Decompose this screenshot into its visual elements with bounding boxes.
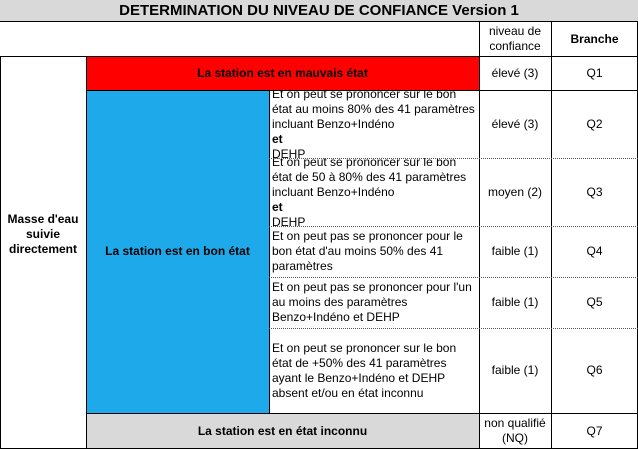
confidence-table: DETERMINATION DU NIVEAU DE CONFIANCE Ver… [0,0,638,449]
desc-q3: Et on peut se prononcer sur le bon état … [272,158,467,226]
state-inconnu: La station est en état inconnu [86,413,479,449]
niveau-q3: moyen (2) [487,184,543,199]
grid-line [269,90,270,413]
desc-q2: Et on peut se prononcer sur le bon état … [272,90,475,158]
branche-q1: Q1 [586,65,603,80]
desc-q4: Et on peut pas se prononcer pour le bon … [272,229,463,273]
grid-line [479,22,480,449]
grid-line [551,22,552,449]
table-title: DETERMINATION DU NIVEAU DE CONFIANCE Ver… [0,0,638,22]
grid-line [0,56,638,57]
desc-q6: Et on peut se prononcer sur le bon état … [272,340,457,400]
state-mauvais: La station est en mauvais état [86,56,479,90]
niveau-q1: élevé (3) [491,65,539,80]
grid-line [86,56,87,449]
niveau-q6: faible (1) [491,363,539,377]
branche-q7: Q7 [586,423,603,438]
header-niveau: niveau de confiance [488,24,542,53]
state-bon: La station est en bon état [86,90,269,413]
row-separator [269,226,638,227]
row-separator [269,328,638,329]
branche-q4: Q4 [586,244,603,258]
row-separator [269,277,638,278]
niveau-q7: non qualifié (NQ) [484,416,546,445]
branche-q5: Q5 [586,295,603,309]
niveau-q5: faible (1) [491,295,539,309]
grid-line [86,90,638,91]
niveau-q4: faible (1) [491,244,539,258]
branche-q6: Q6 [586,363,603,377]
row-separator [269,158,638,159]
masse-eau-label: Masse d'eau suivie directement [7,212,79,256]
desc-q5: Et on peut pas se prononcer pour l'un au… [272,280,472,324]
grid-line [86,413,638,414]
header-branche: Branche [570,31,619,46]
grid-line [0,56,1,449]
niveau-q2: élevé (3) [491,116,539,131]
branche-q2: Q2 [586,116,603,131]
branche-q3: Q3 [586,184,603,199]
